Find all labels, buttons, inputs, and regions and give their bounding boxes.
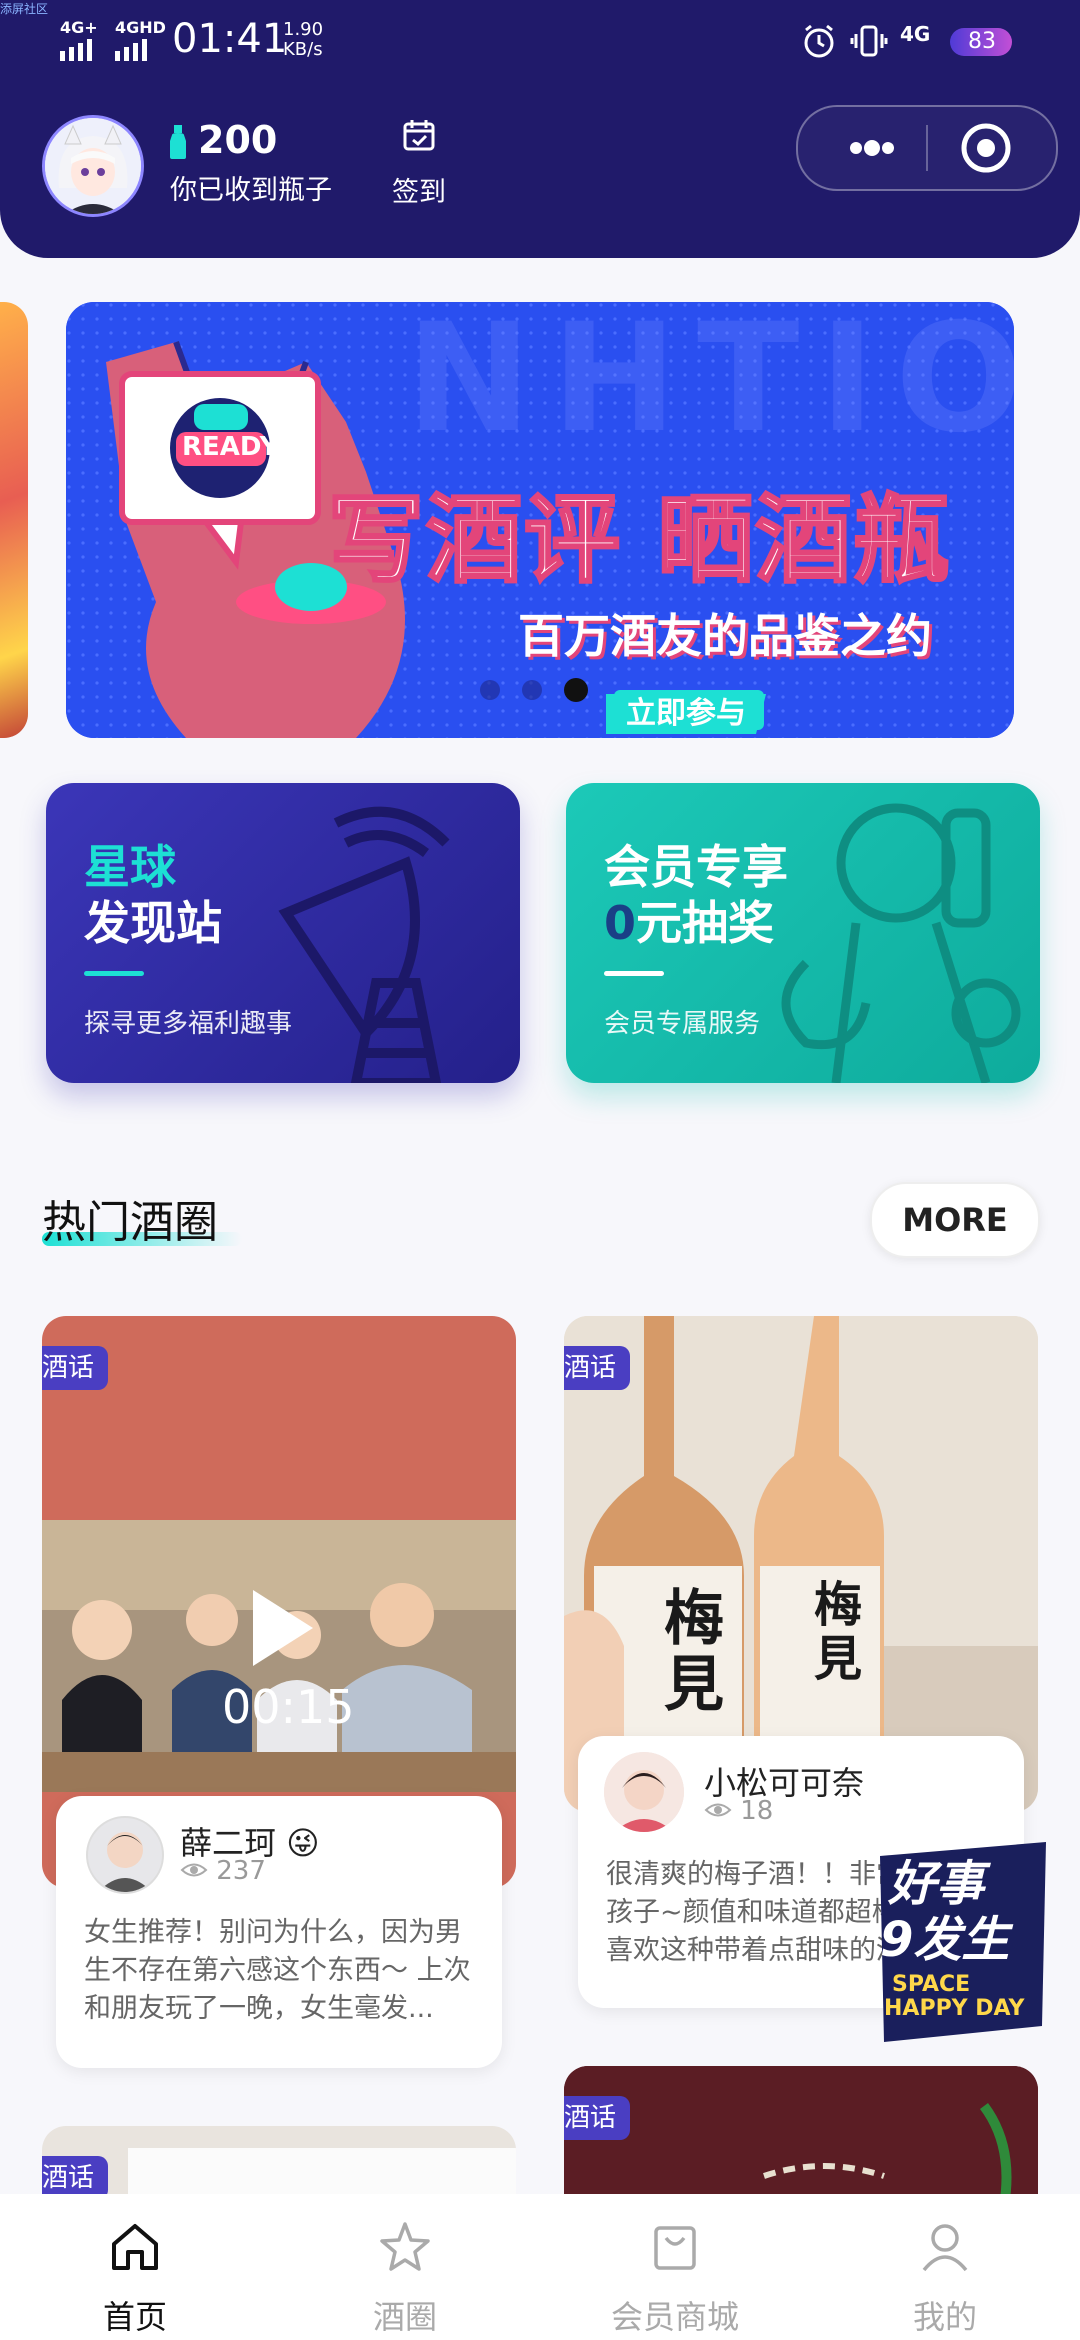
banner-prev-slide[interactable] (0, 302, 28, 738)
tab-mall[interactable]: 会员商城 (540, 2194, 810, 2340)
star-icon (378, 2220, 432, 2278)
section-title: 热门酒圈 (42, 1197, 218, 1248)
network-speed: 1.90 KB/s (283, 19, 324, 60)
user-avatar[interactable] (604, 1752, 684, 1832)
tab-home-label: 首页 (102, 2298, 167, 2336)
more-options-icon[interactable] (826, 107, 916, 189)
banner-dot-3[interactable] (564, 678, 588, 702)
vibrate-icon (850, 22, 888, 64)
checkin-button[interactable]: 签到 (388, 118, 452, 208)
network-indicator-1: 4G+ (60, 18, 98, 61)
tab-profile[interactable]: 我的 (810, 2194, 1080, 2340)
eye-icon (180, 1856, 208, 1886)
status-time: 01:41 (172, 16, 288, 62)
bottle-count: 200 (198, 118, 278, 162)
post-tag: 酒话 (42, 1346, 109, 1390)
network-indicator-2: 4GHD (115, 18, 166, 61)
post-description: 女生推荐！别问为什么，因为男生不存在第六感这个东西～ 上次和朋友玩了一晚，女生毫… (84, 1917, 471, 2024)
bag-icon (648, 2220, 702, 2278)
eye-icon (704, 1796, 732, 1826)
banner-subtitle: 百万酒友的品鉴之约 (518, 609, 932, 663)
user-avatar[interactable] (86, 1816, 164, 1894)
banner-title: 写酒评 晒酒瓶 (326, 483, 952, 598)
play-icon[interactable] (247, 1586, 317, 1674)
banner-ready-badge: READY (182, 432, 279, 462)
banner-dots (480, 678, 588, 702)
emoji-icon: 😜 (286, 1824, 320, 1862)
post-views: 237 (180, 1856, 266, 1886)
member-card-underline (604, 971, 664, 976)
miniapp-capsule (796, 105, 1058, 191)
discovery-card-subtitle: 探寻更多福利趣事 (84, 1009, 293, 1039)
banner-dot-2[interactable] (522, 680, 542, 700)
header-bar: 添屏社区 4G+ 4GHD 01:41 1.90 KB/s 4G 83 200 … (0, 0, 1080, 258)
tab-circle-label: 酒圈 (372, 2298, 437, 2336)
bottom-tab-bar: 首页 酒圈 会员商城 我的 (0, 2194, 1080, 2340)
discovery-card-title-2: 发现站 (84, 896, 222, 950)
bottle-label-text-2: 梅見 (814, 1577, 863, 1687)
tab-circle[interactable]: 酒圈 (270, 2194, 540, 2340)
discovery-card-underline (84, 971, 144, 976)
member-lottery-card[interactable]: 会员专享 0元抽奖 会员专属服务 (566, 783, 1040, 1083)
discovery-card[interactable]: 星球 发现站 探寻更多福利趣事 (46, 783, 520, 1083)
promo-banner[interactable]: NHTION READY 写酒评 晒酒瓶 百万酒友的品鉴之约 立即参与 (66, 302, 1014, 738)
happy-day-sticker[interactable]: 好事 9发生 SPACE HAPPY DAY (870, 1836, 1052, 2048)
member-card-title-2: 0元抽奖 (604, 896, 775, 950)
calendar-icon (402, 118, 436, 156)
bottle-label-text-1: 梅見 (664, 1584, 724, 1720)
post-tag: 酒话 (564, 2096, 631, 2140)
alarm-icon (800, 22, 838, 64)
member-card-subtitle: 会员专属服务 (604, 1009, 761, 1039)
post-info-card-1[interactable]: 薛二珂 😜 237 女生推荐！别问为什么，因为男生不存在第六感这个东西～ 上次和… (56, 1796, 502, 2068)
post-video-thumbnail[interactable]: 00:15 (42, 1520, 516, 1792)
post-tag: 酒话 (564, 1346, 631, 1390)
avatar[interactable] (42, 115, 144, 217)
bottle-icon (168, 125, 188, 163)
post-views: 18 (704, 1796, 773, 1826)
tab-mall-label: 会员商城 (610, 2298, 739, 2336)
banner-background-text: NHTION (406, 302, 1014, 466)
close-miniapp-icon[interactable] (958, 120, 1014, 180)
tab-home[interactable]: 首页 (0, 2194, 270, 2340)
user-icon (918, 2220, 972, 2278)
more-button[interactable]: MORE (870, 1182, 1040, 1258)
tab-profile-label: 我的 (912, 2298, 977, 2336)
banner-dot-1[interactable] (480, 680, 500, 700)
video-duration: 00:15 (222, 1680, 355, 1734)
battery-indicator: 83 (950, 28, 1012, 56)
network-indicator-3: 4G (900, 22, 931, 46)
checkin-label: 签到 (392, 177, 446, 208)
home-icon (108, 2220, 162, 2278)
bottle-label: 你已收到瓶子 (170, 175, 332, 206)
carrier-label: 添屏社区 (0, 2, 49, 16)
banner-join-button[interactable]: 立即参与 (626, 688, 746, 732)
